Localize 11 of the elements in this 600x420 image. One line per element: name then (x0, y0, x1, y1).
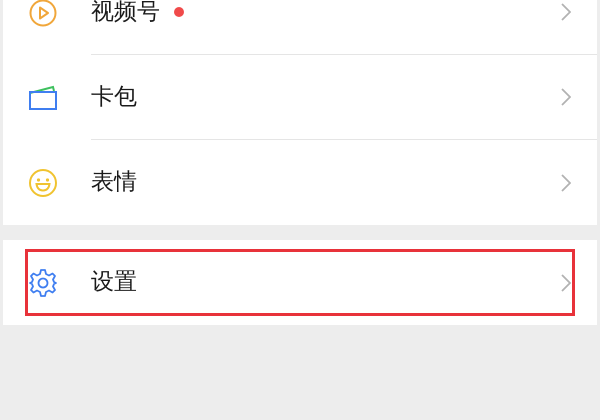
chevron-right-icon (561, 3, 571, 21)
menu-item-label[interactable]: 表情 (91, 165, 137, 200)
menu-item-label[interactable]: 卡包 (91, 80, 137, 114)
chevron-right-icon (561, 174, 571, 192)
chevron-right-icon (561, 88, 571, 106)
settings-icon (28, 268, 58, 298)
smiley-icon (28, 168, 58, 198)
menu-item-label[interactable]: 设置 (91, 265, 137, 300)
menu-item-label[interactable]: 视频号 (91, 0, 160, 30)
chevron-right-icon (561, 274, 571, 292)
wallet-icon (28, 84, 58, 110)
